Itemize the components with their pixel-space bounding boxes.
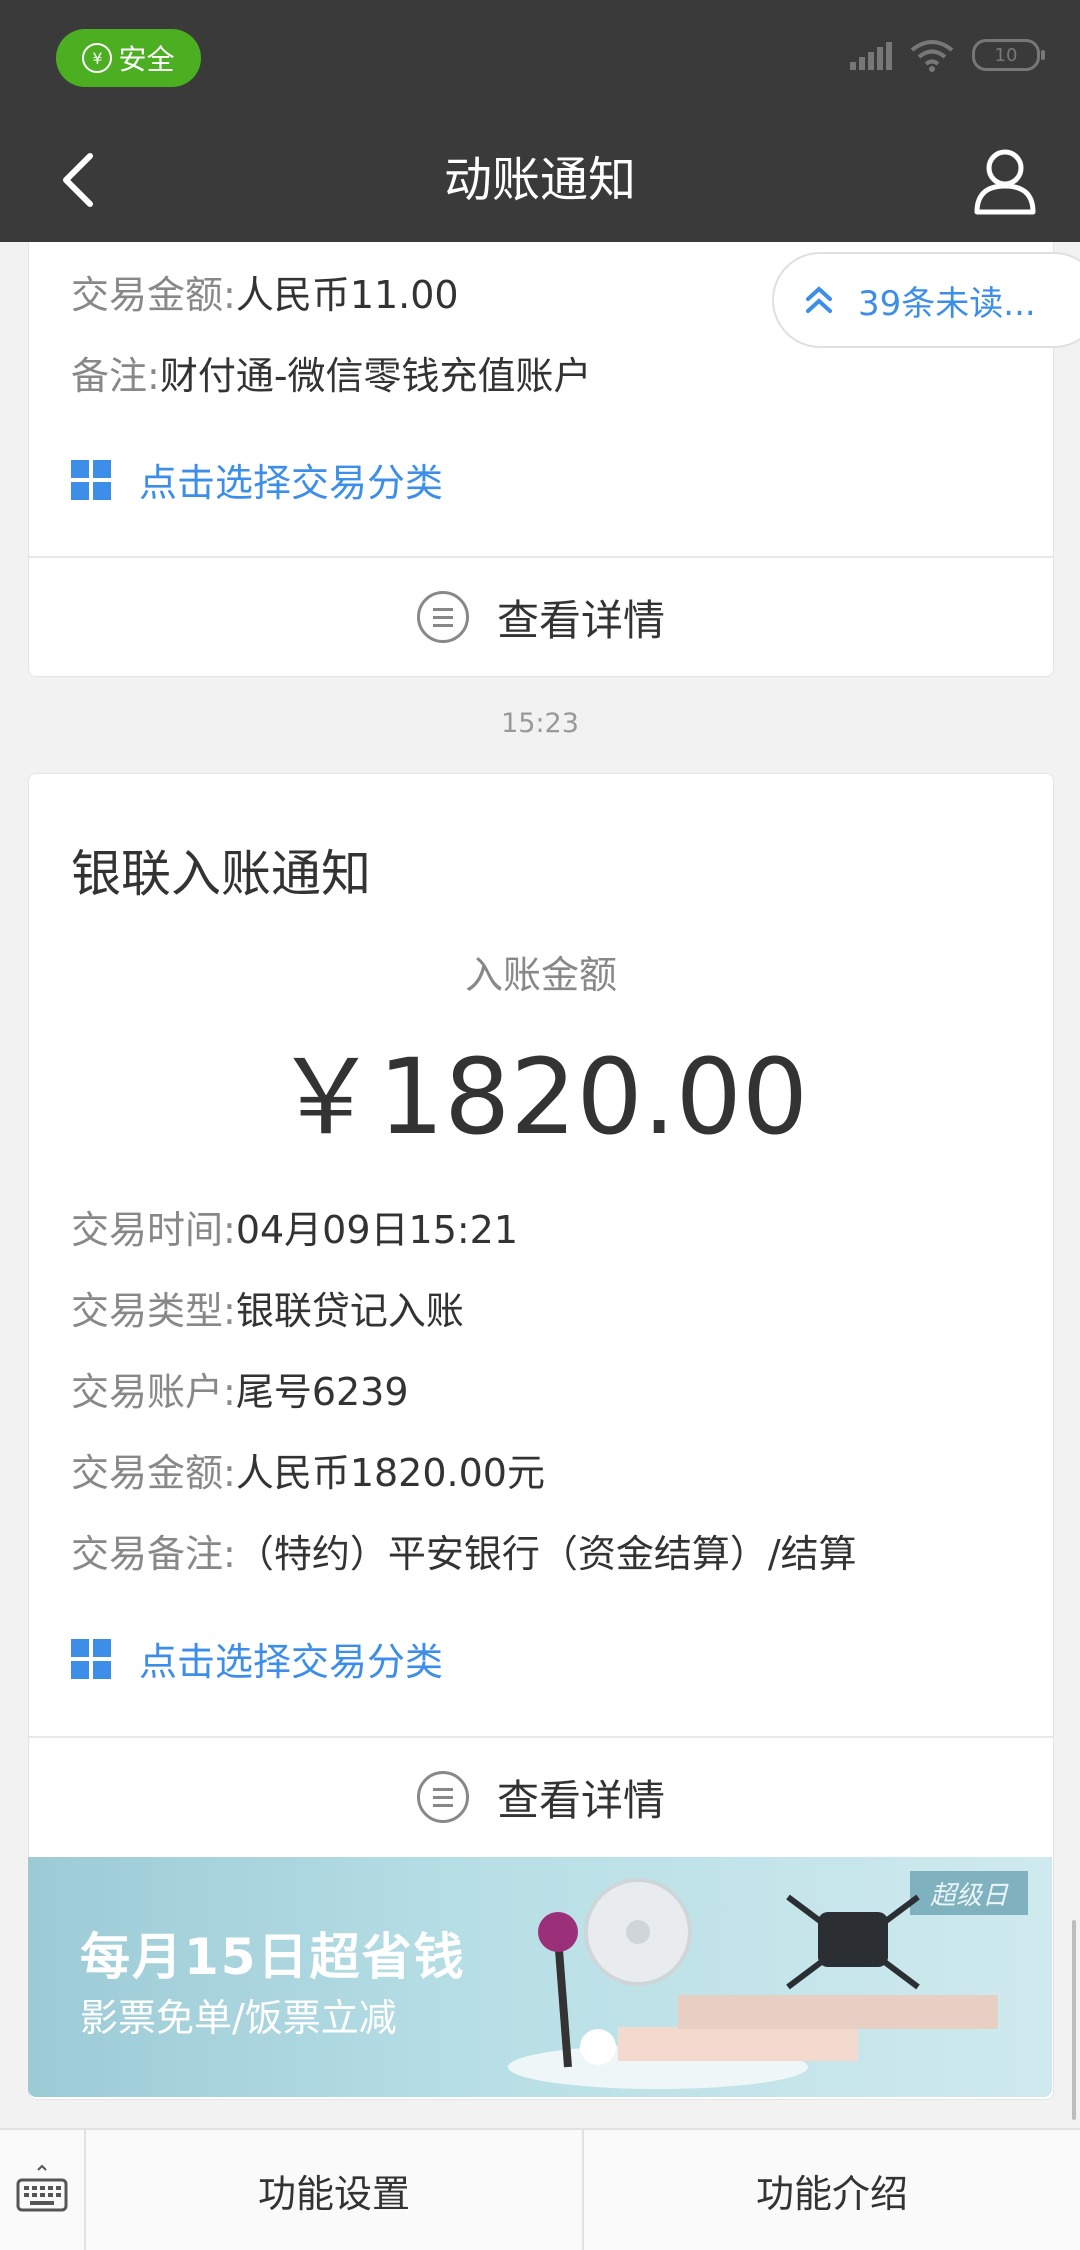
detail-row-type: 交易类型:银联贷记入账 <box>71 1280 464 1335</box>
detail-row-amount: 交易金额:人民币11.00 <box>71 264 459 319</box>
row-value: 人民币1820.00元 <box>235 1451 545 1495</box>
row-key: 交易金额: <box>71 1451 236 1495</box>
view-details-label: 查看详情 <box>496 595 665 645</box>
unread-messages-button[interactable]: 39条未读... <box>772 252 1080 348</box>
category-select-link[interactable]: 点击选择交易分类 <box>71 452 443 507</box>
secure-badge[interactable]: ¥ 安全 <box>56 29 201 87</box>
nav-bar: 动账通知 <box>0 118 1080 242</box>
back-arrow-icon[interactable] <box>50 148 110 212</box>
secure-label: 安全 <box>118 43 175 76</box>
message-timestamp: 15:23 <box>501 708 579 739</box>
status-icons: 10 <box>850 38 1045 72</box>
list-icon <box>416 591 469 643</box>
function-settings-button[interactable]: 功能设置 <box>86 2130 582 2250</box>
row-key: 交易金额: <box>71 273 236 317</box>
banner-subtitle: 影票免单/饭票立减 <box>80 1996 397 2040</box>
view-details-label: 查看详情 <box>496 1775 665 1825</box>
row-key: 交易时间: <box>71 1208 236 1252</box>
category-select-link[interactable]: 点击选择交易分类 <box>71 1631 443 1686</box>
grid-icon <box>71 459 111 500</box>
product-illustration-icon <box>508 1878 998 2089</box>
status-bar: ¥ 安全 10 <box>0 0 1080 118</box>
row-key: 交易类型: <box>71 1289 236 1333</box>
row-value: 尾号6239 <box>235 1370 409 1414</box>
row-key: 备注: <box>71 354 160 398</box>
view-details-button[interactable]: 查看详情 <box>29 1738 1053 1856</box>
page-title: 动账通知 <box>443 152 636 208</box>
list-icon <box>416 1771 469 1823</box>
amount-label: 入账金额 <box>464 953 617 997</box>
detail-row-note: 备注:财付通-微信零钱充值账户 <box>71 345 592 400</box>
shield-icon: ¥ <box>82 43 113 73</box>
bottom-menu: 功能设置 功能介绍 <box>0 2128 1080 2250</box>
keyboard-icon <box>16 2164 68 2212</box>
row-value: 银联贷记入账 <box>235 1289 464 1333</box>
banner-title: 每月15日超省钱 <box>80 1928 466 1986</box>
detail-row-account: 交易账户:尾号6239 <box>71 1361 409 1416</box>
battery-icon: 10 <box>972 39 1045 71</box>
card-title: 银联入账通知 <box>71 845 371 903</box>
row-key: 交易账户: <box>71 1370 236 1414</box>
signal-icon <box>850 40 892 70</box>
keyboard-toggle-button[interactable] <box>0 2130 86 2250</box>
function-intro-button[interactable]: 功能介绍 <box>582 2130 1080 2250</box>
category-link-label: 点击选择交易分类 <box>139 1640 444 1684</box>
wifi-icon <box>910 40 954 72</box>
grid-icon <box>71 1638 111 1679</box>
scrollbar[interactable] <box>1072 1920 1076 2120</box>
row-value: 04月09日15:21 <box>235 1208 519 1252</box>
unread-label: 39条未读... <box>858 283 1036 324</box>
row-key: 交易备注: <box>71 1532 236 1576</box>
view-details-button[interactable]: 查看详情 <box>29 558 1053 676</box>
row-value: 人民币11.00 <box>235 273 459 317</box>
promo-banner[interactable]: 每月15日超省钱 影票免单/饭票立减 超级日 <box>28 1857 1052 2097</box>
detail-row-remark: 交易备注:（特约）平安银行（资金结算）/结算 <box>71 1523 857 1578</box>
category-link-label: 点击选择交易分类 <box>139 461 444 505</box>
row-value: （特约）平安银行（资金结算）/结算 <box>235 1532 857 1576</box>
detail-row-time: 交易时间:04月09日15:21 <box>71 1199 518 1254</box>
user-profile-icon[interactable] <box>972 146 1038 216</box>
battery-level: 10 <box>994 44 1018 66</box>
detail-row-amount: 交易金额:人民币1820.00元 <box>71 1442 545 1497</box>
double-chevron-up-icon <box>806 286 832 313</box>
row-value: 财付通-微信零钱充值账户 <box>159 354 592 398</box>
amount-value: ￥1820.00 <box>273 1036 809 1158</box>
